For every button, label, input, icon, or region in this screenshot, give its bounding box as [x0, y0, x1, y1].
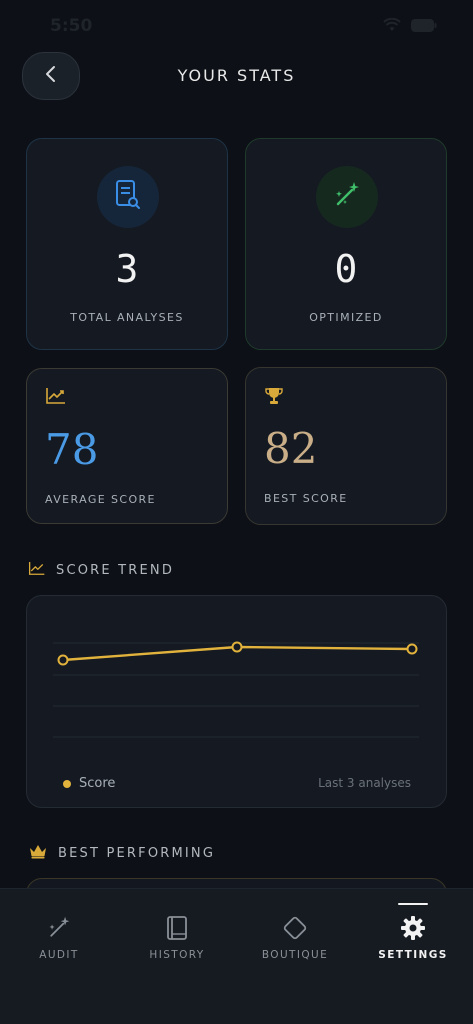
- best-score-card: 82 BEST SCORE: [245, 367, 447, 525]
- tab-audit[interactable]: AUDIT: [18, 889, 100, 989]
- best-performing-heading: BEST PERFORMING: [28, 843, 215, 863]
- chart-legend: Score: [63, 776, 115, 791]
- tab-boutique[interactable]: BOUTIQUE: [254, 889, 336, 989]
- trend-range-label: Last 3 analyses: [318, 776, 411, 790]
- data-point: [57, 654, 69, 666]
- trend-chart-icon: [28, 561, 46, 580]
- icon-badge: [97, 166, 159, 228]
- trophy-icon: [264, 386, 284, 410]
- magic-wand-icon: [46, 913, 72, 943]
- section-title: SCORE TREND: [56, 563, 175, 578]
- tab-label: AUDIT: [39, 949, 79, 961]
- data-point: [406, 643, 418, 655]
- gear-icon: [399, 913, 427, 943]
- tab-label: BOUTIQUE: [261, 949, 329, 961]
- header: YOUR STATS: [0, 52, 473, 102]
- tab-settings[interactable]: SETTINGS: [372, 889, 454, 989]
- total-analyses-value: 3: [115, 247, 139, 291]
- tab-label: HISTORY: [149, 949, 205, 961]
- optimized-label: OPTIMIZED: [309, 311, 383, 324]
- battery-icon: [411, 18, 437, 32]
- data-point: [231, 641, 243, 653]
- active-tab-indicator: [398, 903, 428, 905]
- page-title: YOUR STATS: [177, 66, 296, 85]
- magic-wand-icon: [332, 180, 362, 214]
- tab-history[interactable]: HISTORY: [136, 889, 218, 989]
- average-score-card: 78 AVERAGE SCORE: [26, 368, 228, 524]
- optimized-card: 0 OPTIMIZED: [245, 138, 447, 350]
- status-time: 5:50: [50, 16, 93, 36]
- optimized-value: 0: [334, 247, 358, 291]
- average-score-value: 78: [45, 425, 99, 474]
- diamond-icon: [281, 913, 309, 943]
- total-analyses-label: TOTAL ANALYSES: [70, 311, 184, 324]
- legend-dot: [63, 779, 71, 788]
- best-score-label: BEST SCORE: [264, 492, 348, 505]
- tab-label: SETTINGS: [378, 949, 448, 961]
- status-bar: 5:50: [0, 0, 473, 52]
- total-analyses-card: 3 TOTAL ANALYSES: [26, 138, 228, 350]
- score-trend-card: Score Last 3 analyses: [26, 595, 447, 808]
- status-icons: [383, 18, 437, 32]
- best-score-value: 82: [264, 424, 318, 473]
- wifi-icon: [383, 18, 401, 32]
- section-title: BEST PERFORMING: [58, 845, 216, 861]
- icon-badge: [316, 166, 378, 228]
- score-trend-heading: SCORE TREND: [28, 561, 174, 580]
- trend-chart-icon: [45, 387, 67, 409]
- crown-icon: [28, 843, 48, 863]
- book-icon: [166, 913, 188, 943]
- tab-bar: AUDIT HISTORY BOUTIQUE SETTINGS: [0, 888, 473, 1024]
- average-score-label: AVERAGE SCORE: [45, 493, 156, 506]
- document-search-icon: [114, 179, 142, 215]
- legend-label: Score: [79, 776, 116, 791]
